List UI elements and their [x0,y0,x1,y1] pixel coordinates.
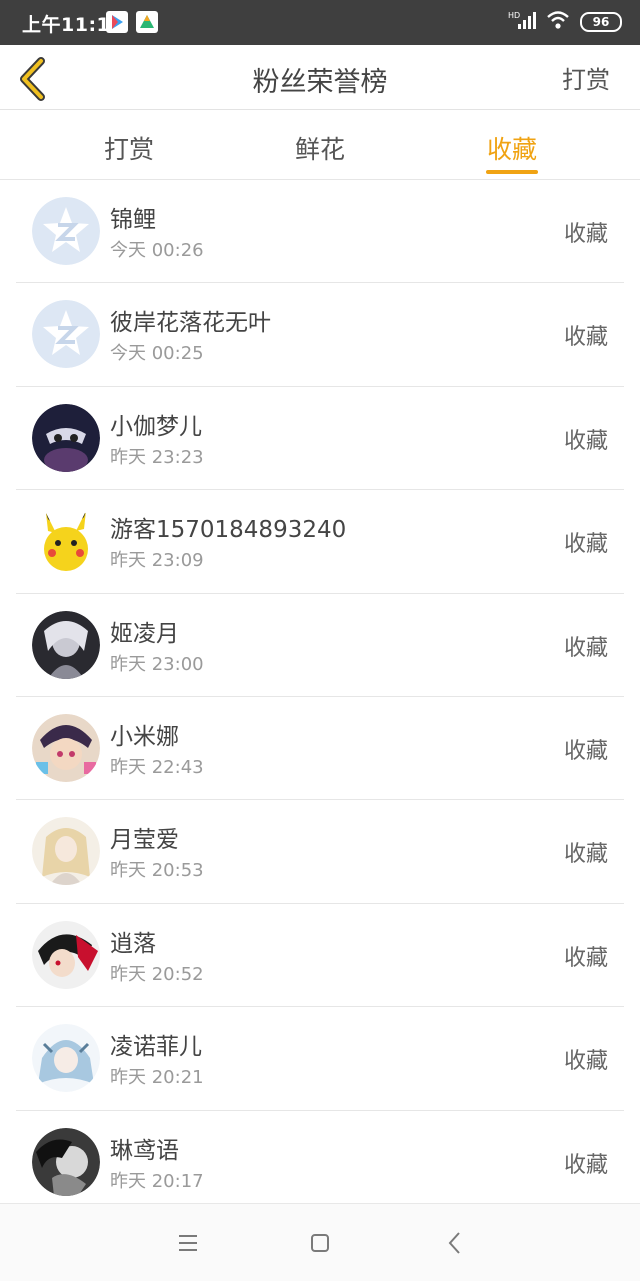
menu-icon[interactable] [173,1228,203,1258]
tab-flowers[interactable]: 鲜花 [270,130,370,166]
action-label: 收藏 [563,222,608,247]
status-bar: 上午11:11 HD 96 [0,0,640,45]
list-item[interactable]: 小伽梦儿 昨天 23:23 收藏 [16,387,624,491]
list-item[interactable]: 琳鸢语 昨天 20:17 收藏 [16,1111,624,1214]
list-item[interactable]: 锦鲤 今天 00:26 收藏 [16,180,624,284]
action-label: 收藏 [563,428,608,454]
home-icon[interactable] [305,1228,335,1258]
timestamp: 昨天 20:52 [110,963,204,985]
user-name: 琳鸢语 [110,1137,179,1164]
list-item[interactable]: 逍落 昨天 20:52 收藏 [16,904,624,1008]
list-item[interactable]: 小米娜 昨天 22:43 收藏 [16,697,624,801]
status-indicators: HD 96 [508,10,622,34]
play-store-icon [106,11,128,33]
timestamp: 今天 00:25 [110,343,204,365]
tab-favorites[interactable]: 收藏 [462,130,562,166]
user-name: 逍落 [110,930,156,957]
action-label: 收藏 [563,635,608,661]
avatar [32,1024,100,1093]
list-item[interactable]: 凌诺菲儿 昨天 20:21 收藏 [16,1007,624,1111]
action-label: 收藏 [563,945,608,971]
wifi-icon [546,10,570,34]
user-name: 锦鲤 [110,207,156,233]
tab-reward[interactable]: 打赏 [79,130,179,166]
page-title: 粉丝荣誉榜 [252,67,388,98]
list-item[interactable]: 游客1570184893240 昨天 23:09 收藏 [16,490,624,594]
avatar [32,817,100,886]
list-item[interactable]: 彼岸花落花无叶 今天 00:25 收藏 [16,283,624,387]
avatar [32,1127,100,1196]
avatar [32,300,100,369]
active-tab-indicator [486,170,538,174]
user-name: 姬凌月 [110,620,179,647]
avatar [32,610,100,679]
timestamp: 昨天 20:17 [110,1170,204,1192]
avatar [32,920,100,989]
timestamp: 昨天 23:09 [110,550,204,572]
network-label: HD [508,11,520,20]
user-name: 小伽梦儿 [110,413,202,440]
tab-bar: 打赏 鲜花 收藏 [0,110,640,180]
action-label: 收藏 [563,325,608,351]
system-nav-bar [0,1203,640,1281]
reward-button[interactable]: 打赏 [562,60,610,95]
avatar [32,507,100,576]
timestamp: 昨天 20:21 [110,1067,204,1089]
list-item[interactable]: 月莹爱 昨天 20:53 收藏 [16,800,624,904]
timestamp: 昨天 23:00 [110,653,204,675]
action-label: 收藏 [563,1152,608,1178]
battery-icon: 96 [580,12,622,32]
timestamp: 昨天 22:43 [110,756,204,778]
user-name: 游客1570184893240 [110,517,347,544]
timestamp: 今天 00:26 [110,240,204,261]
timestamp: 昨天 23:23 [110,446,204,468]
back-nav-icon[interactable] [440,1228,470,1258]
action-label: 收藏 [563,738,608,764]
action-label: 收藏 [563,532,608,558]
user-name: 小米娜 [110,723,179,750]
app-header: 粉丝荣誉榜 打赏 [0,45,640,110]
user-name: 凌诺菲儿 [110,1034,202,1061]
avatar [32,713,100,782]
user-name: 彼岸花落花无叶 [110,310,271,337]
action-label: 收藏 [563,1049,608,1075]
avatar [32,197,100,265]
avatar [32,403,100,472]
timestamp: 昨天 20:53 [110,860,204,882]
signal-icon: HD [508,10,536,34]
fan-list: 锦鲤 今天 00:26 收藏 彼岸花落花无叶 今天 00:25 收藏 小伽梦儿 … [0,180,640,1214]
list-item[interactable]: 姬凌月 昨天 23:00 收藏 [16,594,624,697]
user-name: 月莹爱 [110,827,179,854]
app-notification-icon [136,11,158,33]
action-label: 收藏 [563,842,608,868]
